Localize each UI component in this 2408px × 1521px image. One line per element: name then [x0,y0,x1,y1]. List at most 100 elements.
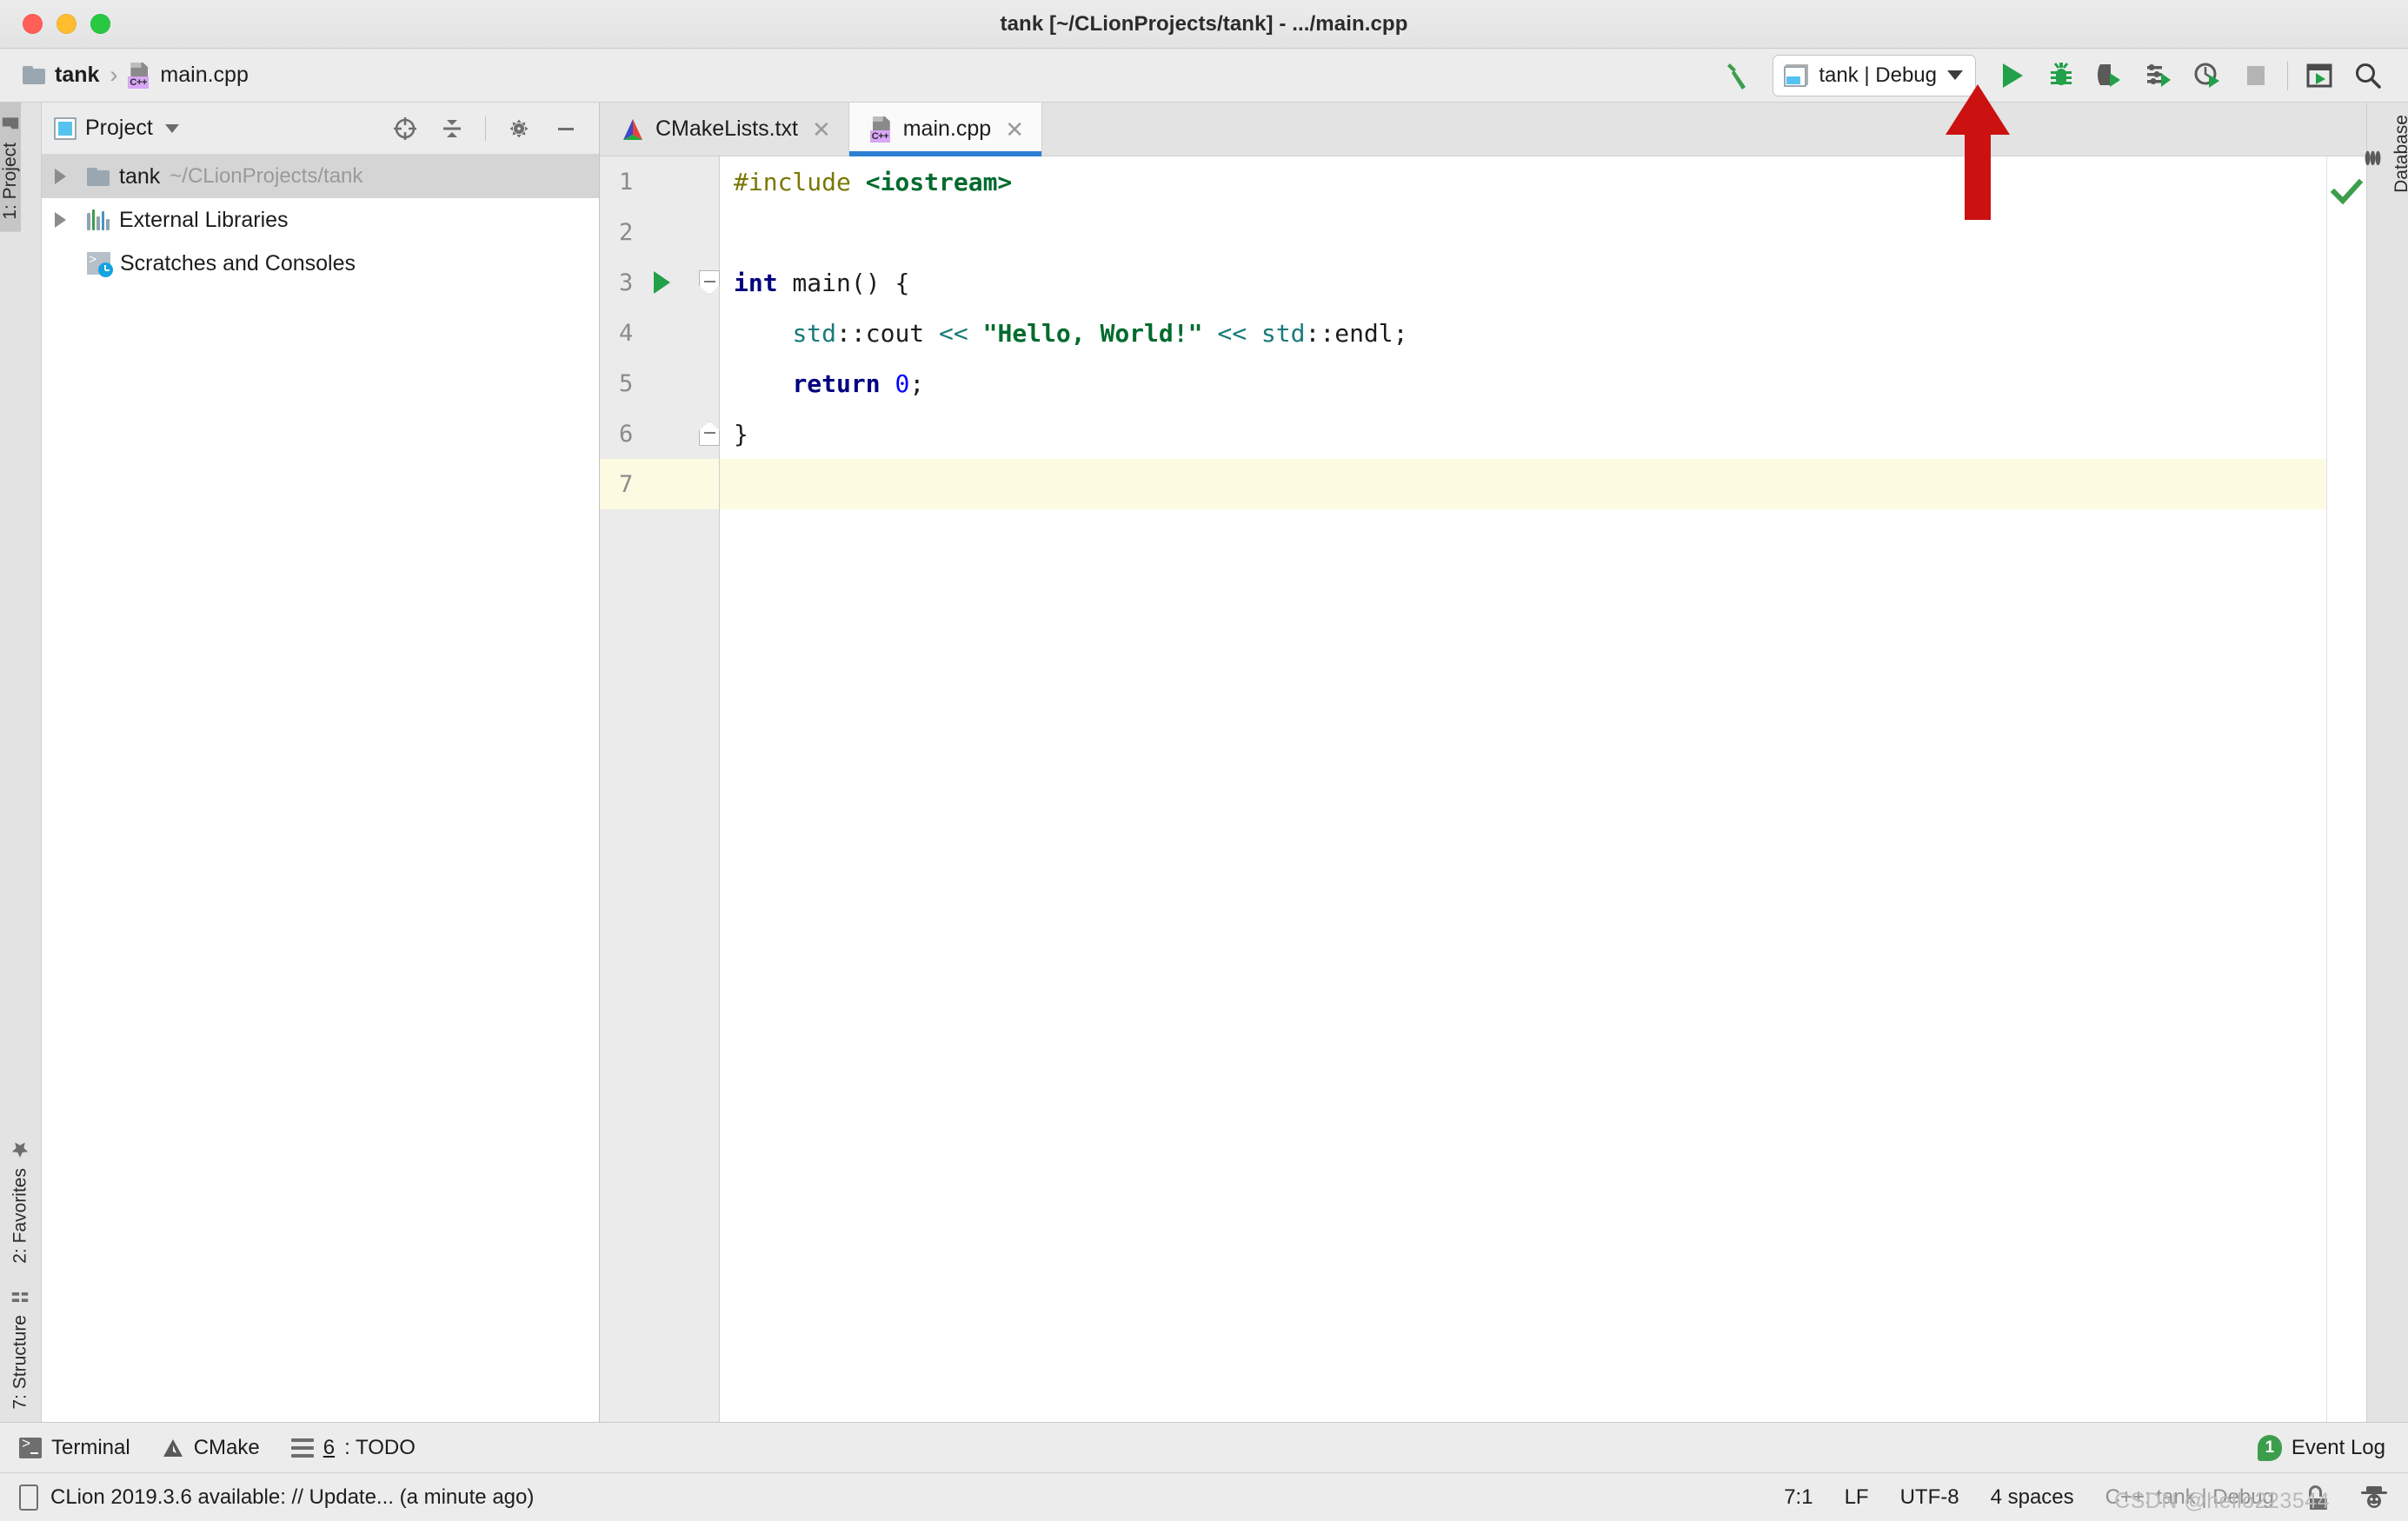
chevron-down-icon[interactable] [164,123,179,133]
line-number: 5 [619,369,634,397]
code-token: ; [909,369,925,398]
code-token: << [939,318,968,348]
left-tool-strip: 1: Project 2: Favorites 7: Structure [0,103,42,1422]
status-bar: CLion 2019.3.6 available: // Update... (… [0,1472,2408,1521]
search-everywhere-button[interactable] [2344,55,2392,96]
code-line-5: return 0; [734,358,2326,408]
sidebar-item-favorites[interactable]: 2: Favorites [0,1128,41,1276]
tree-item-scratches-and-consoles[interactable]: > Scratches and Consoles [42,242,599,285]
editor-inspection-gutter[interactable] [2326,156,2366,1422]
status-message-group[interactable]: CLion 2019.3.6 available: // Update... (… [19,1484,534,1511]
main-body: 1: Project 2: Favorites 7: Structure Pro… [0,103,2408,1422]
stop-button[interactable] [2232,55,2280,96]
tool-tab-label: 7: Structure [10,1315,30,1410]
expand-arrow-icon[interactable] [55,169,66,184]
close-icon[interactable]: ✕ [812,118,831,141]
tool-tab-label: 1: Project [0,143,20,220]
ide-update-icon [19,1484,38,1511]
tree-item-external-libraries[interactable]: External Libraries [42,198,599,242]
collapse-all-icon[interactable] [433,110,471,148]
tree-item-tank[interactable]: tank ~/CLionProjects/tank [42,155,599,198]
ok-check-icon[interactable] [2330,177,2364,211]
code-token: ::cout [836,318,940,348]
caret-position[interactable]: 7:1 [1784,1485,1813,1510]
chevron-down-icon [1947,70,1963,80]
line-number: 7 [600,459,719,509]
tree-item-label: External Libraries [119,207,289,232]
select-opened-file-icon[interactable] [386,110,424,148]
code-token: std [1261,318,1306,348]
line-separator[interactable]: LF [1845,1485,1869,1510]
project-icon [54,116,76,140]
tool-button-label: : TODO [344,1435,416,1459]
breadcrumb-item-tank[interactable]: tank [23,63,99,88]
hide-panel-icon[interactable] [547,110,585,148]
sidebar-item-database[interactable]: Database [2364,103,2408,209]
watermark: CSDN @hello223544 [2114,1489,2330,1513]
tab-cmakelists-txt[interactable]: CMakeLists.txt ✕ [600,103,849,156]
tool-button-todo[interactable]: 6 : TODO [290,1435,416,1460]
sidebar-item-structure[interactable]: 7: Structure [0,1275,41,1422]
structure-icon [12,1292,29,1303]
code-token: 0 [895,369,910,398]
tool-button-shortcut: 6 [323,1435,336,1459]
right-tool-strip: Database [2364,103,2408,1422]
debug-button[interactable] [2037,55,2085,96]
code-line-7 [720,459,2326,509]
select-target-button[interactable] [2295,55,2344,96]
search-icon [2356,63,2381,89]
breadcrumb-separator: › [110,62,118,88]
breadcrumb: tank › C++ main.cpp [23,62,249,89]
code-text-area[interactable]: #include <iostream> int main() { std::co… [720,156,2326,1422]
scratches-icon: > [87,252,113,277]
run-gutter-icon[interactable] [654,271,670,294]
tool-button-cmake[interactable]: CMake [162,1436,260,1460]
run-with-valgrind-button[interactable] [2183,55,2232,96]
bottom-tool-bar: Terminal CMake 6 : TODO 1 Event Log [0,1422,2408,1472]
cpp-file-icon: C++ [128,62,150,89]
editor-tab-bar: CMakeLists.txt ✕ C++ main.cpp ✕ [600,103,2366,156]
build-button[interactable] [1715,55,1764,96]
breadcrumb-item-main-cpp[interactable]: C++ main.cpp [128,62,249,89]
event-log-button[interactable]: 1 Event Log [2257,1434,2385,1461]
breadcrumb-label: tank [55,63,100,87]
tool-button-label: CMake [193,1435,260,1459]
tree-item-label: Scratches and Consoles [120,250,356,276]
cpp-file-icon: C++ [869,116,893,143]
code-line-1: #include <iostream> [734,156,2326,207]
line-number: 4 [619,319,634,347]
code-token: } [734,419,748,448]
code-token: ::endl; [1305,318,1408,348]
star-icon [12,1142,29,1158]
sidebar-item-project[interactable]: 1: Project [0,103,21,232]
encoding[interactable]: UTF-8 [1900,1485,1959,1510]
breadcrumb-label: main.cpp [160,63,249,87]
hammer-icon [1727,63,1746,90]
tool-button-terminal[interactable]: Terminal [19,1436,130,1460]
status-message[interactable]: CLion 2019.3.6 available: // Update... (… [50,1485,534,1510]
editor-gutter[interactable]: 1 2 3 4 5 6 7 [600,156,720,1422]
code-token: int [734,268,778,297]
database-icon [2365,150,2380,166]
run-configuration-selector[interactable]: tank | Debug [1773,54,1976,96]
tab-main-cpp[interactable]: C++ main.cpp ✕ [848,103,1042,156]
close-icon[interactable]: ✕ [1005,118,1024,141]
settings-gear-icon[interactable] [500,110,538,148]
fold-end-icon[interactable] [699,422,720,446]
bug-icon [2051,62,2072,85]
editor-main: 1 2 3 4 5 6 7 #include <iostream> int ma… [600,156,2366,1422]
run-with-coverage-button[interactable] [2085,55,2134,96]
indent-setting[interactable]: 4 spaces [1991,1485,2074,1510]
code-line-4: std::cout << "Hello, World!" << std::end… [734,308,2326,358]
profile-button[interactable] [2134,55,2183,96]
run-button[interactable] [1988,55,2037,96]
terminal-icon [19,1437,42,1458]
expand-arrow-icon[interactable] [55,212,66,228]
project-folder-icon [2,117,19,130]
hector-inspector-icon[interactable] [2359,1484,2389,1511]
line-number: 3 [619,269,634,296]
fold-collapse-icon[interactable] [699,270,720,295]
